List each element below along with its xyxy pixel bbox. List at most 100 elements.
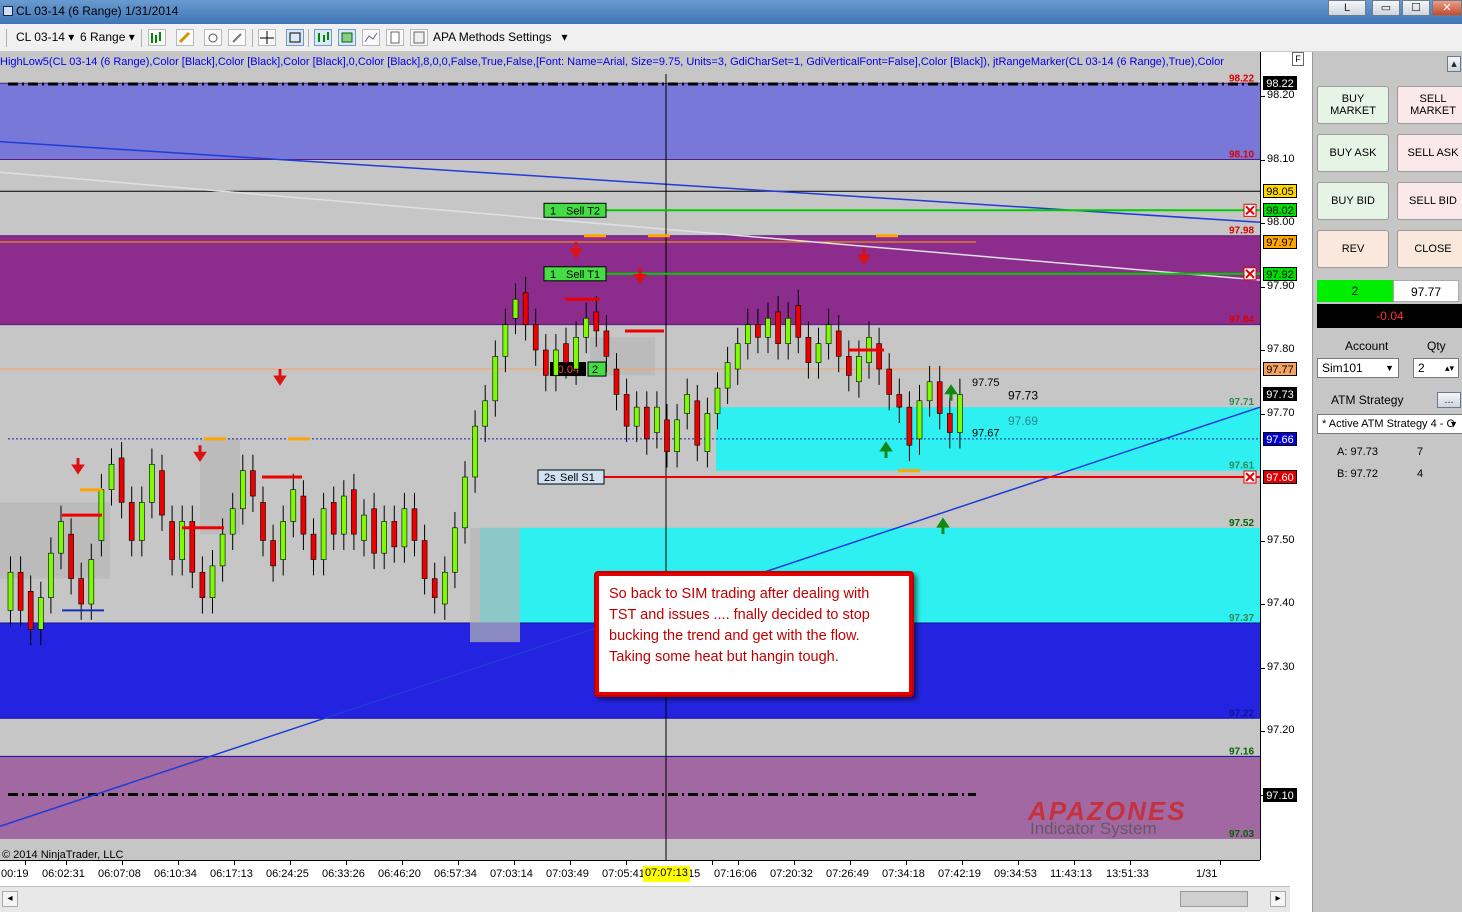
scroll-right-icon[interactable]: ▸ [1270,891,1286,907]
close-window-button[interactable]: ✕ [1432,0,1462,16]
price-axis-tag: 97.73 [1263,387,1297,402]
candle-body [260,502,266,541]
buy-ask-button[interactable]: BUY ASK [1317,134,1389,172]
properties-icon[interactable] [386,29,404,46]
horizontal-scrollbar[interactable]: ◂ ▸ [0,886,1290,912]
candle-body [785,317,792,344]
candle-body [482,400,489,427]
candle-body [957,394,963,433]
candle-body [492,356,499,402]
time-axis[interactable]: 00:19 06:02:31 06:07:08 06:10:34 06:17:13 06:… [0,860,1260,886]
crosshair-icon[interactable] [258,29,276,46]
time-axis-label: 07:03:14 [490,868,533,880]
candle-body [280,521,287,560]
atm-strategy-select[interactable]: * Active ATM Strategy 4 - C ▼ [1317,414,1462,434]
time-axis-label: 07:03:49 [546,868,589,880]
sell-market-button[interactable]: SELL MARKET [1397,86,1462,124]
time-axis-label: 06:10:34 [154,868,197,880]
link-button[interactable]: L [1328,0,1366,16]
minimize-button[interactable]: ▭ [1372,0,1400,16]
order-book-icon[interactable] [338,29,356,46]
instrument-selector[interactable]: CL 03-14 ▾ [16,30,74,44]
chevron-down-icon: ▼ [1385,363,1394,373]
price-axis-tick [1261,159,1265,161]
chart-canvas[interactable]: 1 Sell T21 Sell T12s Sell S1-0.04 297.7597.7… [0,52,1260,860]
candle-body [825,324,832,344]
scroll-thumb[interactable] [1180,891,1248,907]
chart-app-icon [3,6,13,16]
candle-body [229,508,236,535]
scroll-left-icon[interactable]: ◂ [2,891,18,907]
chart-trader-panel: ▴ BUY MARKET SELL MARKET BUY ASK SELL ASK BU… [1312,52,1462,912]
stepper-arrows-icon[interactable]: ▴▾ [1445,359,1454,377]
annotation-callout[interactable]: So back to SIM trading after dealing wit… [594,571,914,697]
time-axis-tick [962,861,963,865]
pencil-icon[interactable] [176,29,194,46]
crosshair-tool-icon[interactable] [204,29,222,46]
chart-toolbar: CL 03-14 ▾ 6 Range ▾ APA Methods Setting… [0,24,1462,52]
order-quantity: 1 [550,205,556,217]
rev-button[interactable]: REV [1317,230,1389,268]
candle-body [88,559,95,605]
settings-icon[interactable] [410,29,428,46]
pin-icon[interactable] [228,29,246,46]
buy-market-button[interactable]: BUY MARKET [1317,86,1389,124]
zone-price-label: 97.37 [1229,613,1254,624]
quantity-value: 2 [1418,361,1425,375]
zone-price-label: 97.16 [1229,746,1254,757]
cancel-order-icon[interactable] [1243,470,1257,484]
cancel-order-icon[interactable] [1243,203,1257,217]
candle-body [532,324,539,351]
price-axis-tag: 98.05 [1263,184,1297,199]
sell-ask-button[interactable]: SELL ASK [1397,134,1462,172]
apa-methods-settings-menu[interactable]: APA Methods Settings ▾ [433,30,568,44]
chevron-down-icon: ▾ [561,30,568,44]
time-axis-label: 07:20:32 [770,868,813,880]
candle-body [290,489,297,522]
cancel-order-icon[interactable] [1243,267,1257,281]
candle-body [583,317,590,338]
price-axis[interactable]: 98.20 98.10 98.00 97.90 97.80 97.70 97.50 97.40… [1260,52,1312,860]
bar-style-icon[interactable] [148,29,166,46]
panel-collapse-button[interactable]: ▴ [1447,56,1461,72]
candle-body [936,381,943,414]
candle-body [522,292,529,325]
quantity-stepper[interactable]: 2 ▴▾ [1413,358,1459,378]
time-axis-tick [178,861,179,865]
time-axis-label: 07:26:49 [826,868,869,880]
price-axis-tag: 97.10 [1263,787,1297,802]
sell-bid-button[interactable]: SELL BID [1397,182,1462,220]
time-axis-tick [712,861,713,865]
time-axis-label: 06:17:13 [210,868,253,880]
chart-trader-toggle-button[interactable]: F [1292,52,1304,66]
candle-body [391,521,398,548]
period-selector[interactable]: 6 Range ▾ [80,30,135,44]
candle-body [886,368,893,395]
candle-body [310,533,317,560]
close-button[interactable]: CLOSE [1397,230,1462,268]
time-axis-label: 06:33:26 [322,868,365,880]
candle-body [139,502,145,541]
candle-body [613,368,620,395]
candle-body [573,336,579,370]
zone-price-label: 98.22 [1229,73,1254,84]
maximize-button[interactable]: ☐ [1402,0,1430,16]
atm-strategy-options-button[interactable]: ... [1437,392,1461,408]
price-chart[interactable]: 1 Sell T2 1 Sell T1 2s Sell S1 -0.04 2 97.75 97.7… [0,52,1260,860]
chart-trader-icon[interactable] [314,29,332,46]
data-box-icon[interactable] [362,29,380,46]
price-axis-tag: 97.77 [1263,362,1297,377]
zone-price-label: 97.03 [1229,829,1254,840]
time-axis-tick [570,861,571,865]
candle-body [724,362,731,389]
order-name: Sell S1 [560,472,595,484]
candle-body [674,419,680,452]
zoom-icon[interactable] [286,29,304,46]
candle-body [7,571,14,611]
candle-body [361,514,367,541]
buy-bid-button[interactable]: BUY BID [1317,182,1389,220]
candle-body [37,597,44,630]
account-select[interactable]: Sim101 ▼ [1317,358,1399,378]
candle-body [300,495,307,535]
price-axis-label: 97.40 [1267,597,1295,609]
